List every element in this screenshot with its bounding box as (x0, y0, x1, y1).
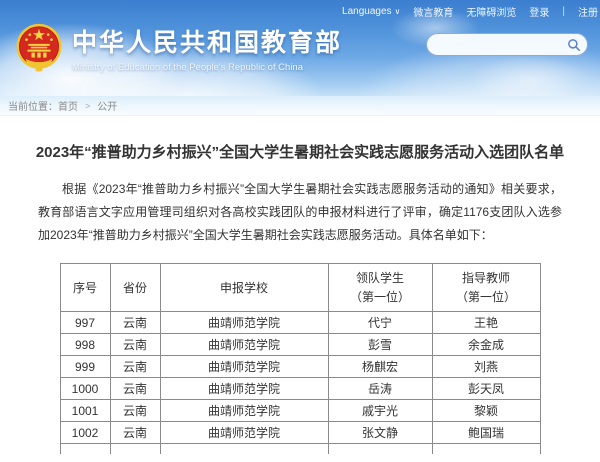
cell-index: 1002 (59, 421, 111, 445)
cell-school: 曲靖师范学院 (159, 399, 329, 423)
cell-index: 999 (59, 355, 111, 379)
national-emblem-icon (16, 23, 62, 72)
roster-table: 序号 省份 申报学校 领队学生 （第一位） 指导教师 （第一位） 997 云南 曲靖… (59, 263, 541, 454)
breadcrumb-prefix: 当前位置： (8, 102, 58, 113)
cell-province: 云南 (109, 333, 161, 357)
link-register[interactable]: 注册 (578, 4, 598, 19)
topbar-separator: | (562, 6, 565, 17)
cell-teacher: 刘燕 (431, 355, 541, 379)
cell-student: 彭雪 (327, 333, 433, 357)
page: Languages ∨ 微言教育 无障碍浏览 登录 | 注册 中华人民共和国教育… (0, 0, 600, 462)
topbar: Languages ∨ 微言教育 无障碍浏览 登录 | 注册 (342, 4, 598, 19)
cell-index: 1001 (59, 399, 111, 423)
cell-school: 曲靖师范学院 (159, 421, 329, 445)
dandelion-decoration (470, 55, 590, 96)
cell-province: 云南 (109, 311, 161, 335)
cell-school: 曲靖师范学院 (159, 311, 329, 335)
chevron-down-icon: ∨ (394, 7, 401, 16)
col-header-student: 领队学生 （第一位） (327, 263, 433, 313)
site-subtitle: Ministry of Education of the People's Re… (72, 62, 303, 73)
cell-student: 张文静 (327, 421, 433, 445)
link-weiyan-jiaoyu[interactable]: 微言教育 (413, 4, 453, 19)
cell-province: 云南 (109, 421, 161, 445)
col-header-index: 序号 (59, 263, 111, 313)
cell-province: 云南 (109, 377, 161, 401)
col-header-teacher: 指导教师 （第一位） (431, 263, 541, 313)
cell-province: 云南 (109, 399, 161, 423)
col-header-province: 省份 (109, 263, 161, 313)
table-row: 999 云南 曲靖师范学院 杨麒宏 刘燕 (59, 355, 541, 379)
brand-text: 中华人民共和国教育部 Ministry of Education of the … (72, 23, 342, 73)
link-accessibility[interactable]: 无障碍浏览 (466, 4, 516, 19)
breadcrumb-home-link[interactable]: 首页 (58, 98, 78, 113)
site-title: 中华人民共和国教育部 (72, 29, 343, 57)
table-row: 1000 云南 曲靖师范学院 岳涛 彭天凤 (59, 377, 541, 401)
cell-student: 代宁 (327, 311, 433, 335)
cell-teacher: 余金成 (431, 333, 541, 357)
cell-student: 岳涛 (327, 377, 433, 401)
cell-index: 997 (59, 311, 111, 335)
cell-school: 曲靖师范学院 (159, 333, 329, 357)
breadcrumb-separator: > (85, 100, 91, 111)
cell-school: 曲靖师范学院 (159, 355, 329, 379)
table-row: 1002 云南 曲靖师范学院 张文静 鲍国瑞 (59, 421, 541, 445)
cell-index: 998 (59, 333, 111, 357)
table-header-row: 序号 省份 申报学校 领队学生 （第一位） 指导教师 （第一位） (59, 263, 541, 313)
cell-teacher: 王艳 (431, 311, 541, 335)
cell-province: 云南 (109, 355, 161, 379)
cell-teacher: 鲍国瑞 (431, 421, 541, 445)
page-title: 2023年“推普助力乡村振兴”全国大学生暑期社会实践志愿服务活动入选团队名单 (35, 144, 565, 161)
languages-menu[interactable]: Languages ∨ (342, 6, 400, 17)
table-row: 997 云南 曲靖师范学院 代宁 王艳 (59, 311, 541, 335)
site-header: Languages ∨ 微言教育 无障碍浏览 登录 | 注册 中华人民共和国教育… (0, 0, 600, 96)
col-header-school: 申报学校 (159, 263, 329, 313)
breadcrumb: 当前位置： 首页 > 公开 (0, 96, 600, 116)
article-paragraph: 根据《2023年“推普助力乡村振兴”全国大学生暑期社会实践志愿服务活动的通知》相… (38, 182, 562, 242)
article-content: 2023年“推普助力乡村振兴”全国大学生暑期社会实践志愿服务活动入选团队名单 根… (0, 116, 600, 454)
cell-index: 1000 (59, 377, 111, 401)
cell-teacher: 彭天凤 (431, 377, 541, 401)
cell-student: 戚宇光 (327, 399, 433, 423)
cell-school: 曲靖师范学院 (159, 377, 329, 401)
table-row-partial (59, 443, 541, 454)
site-logo-link[interactable]: 中华人民共和国教育部 Ministry of Education of the … (14, 22, 342, 74)
search-input[interactable] (437, 39, 567, 50)
table-row: 998 云南 曲靖师范学院 彭雪 余金成 (59, 333, 541, 357)
breadcrumb-section-link[interactable]: 公开 (97, 98, 117, 113)
cell-student: 杨麒宏 (327, 355, 433, 379)
link-login[interactable]: 登录 (529, 4, 549, 19)
cell-teacher: 黎颖 (431, 399, 541, 423)
table-row: 1001 云南 曲靖师范学院 戚宇光 黎颖 (59, 399, 541, 423)
search-icon[interactable] (567, 38, 581, 52)
search-box (426, 33, 588, 56)
